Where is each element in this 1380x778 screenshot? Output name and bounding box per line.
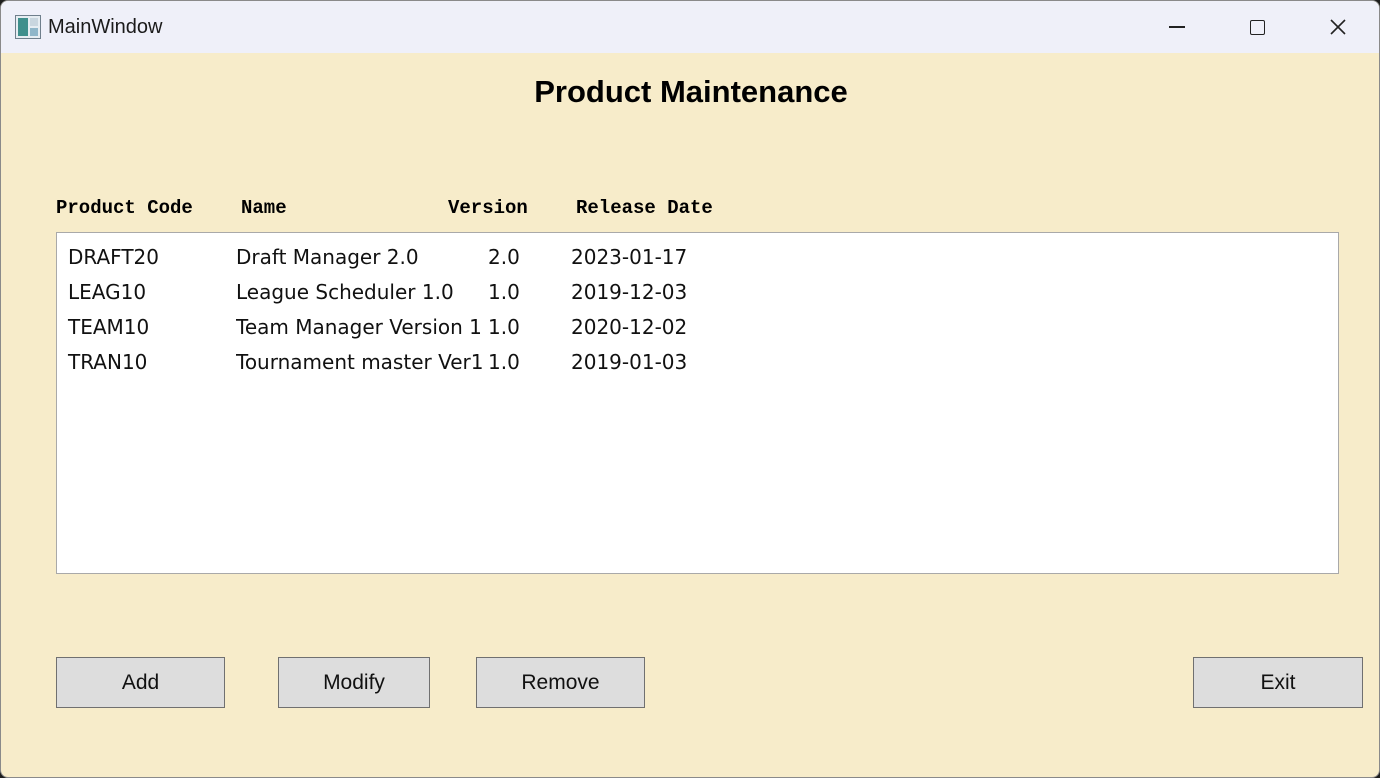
page-title: Product Maintenance	[534, 74, 848, 109]
product-release-date: 2019-12-03	[571, 280, 688, 304]
main-window: MainWindow Product Maintenance Product C…	[0, 0, 1380, 778]
title-bar[interactable]: MainWindow	[1, 1, 1379, 53]
list-item[interactable]: TRAN10 Tournament master Ver1.0 1.0 2019…	[57, 342, 1338, 377]
add-button[interactable]: Add	[56, 657, 225, 708]
close-icon	[1330, 19, 1346, 35]
product-release-date: 2023-01-17	[571, 245, 688, 269]
product-version: 1.0	[488, 280, 520, 304]
app-window-icon	[15, 15, 41, 39]
minimize-button[interactable]	[1137, 1, 1217, 53]
product-name: League Scheduler 1.0	[236, 280, 454, 304]
product-version: 1.0	[488, 315, 520, 339]
window-title: MainWindow	[48, 16, 163, 38]
list-item[interactable]: TEAM10 Team Manager Version 1.0 1.0 2020…	[57, 307, 1338, 342]
product-release-date: 2020-12-02	[571, 315, 688, 339]
column-header-product-code: Product Code	[56, 197, 193, 219]
maximize-icon	[1249, 19, 1265, 35]
modify-button[interactable]: Modify	[278, 657, 430, 708]
product-name: Draft Manager 2.0	[236, 245, 419, 269]
column-header-version: Version	[448, 197, 528, 219]
product-version: 1.0	[488, 350, 520, 374]
product-release-date: 2019-01-03	[571, 350, 688, 374]
product-code: TEAM10	[68, 315, 150, 339]
product-version: 2.0	[488, 245, 520, 269]
list-item[interactable]: LEAG10 League Scheduler 1.0 1.0 2019-12-…	[57, 272, 1338, 307]
minimize-icon	[1169, 26, 1185, 28]
product-name: Tournament master Ver1.0	[236, 350, 484, 374]
column-header-name: Name	[241, 197, 287, 219]
close-button[interactable]	[1298, 1, 1378, 53]
product-code: DRAFT20	[68, 245, 159, 269]
column-header-release-date: Release Date	[576, 197, 713, 219]
product-code: LEAG10	[68, 280, 147, 304]
product-list[interactable]: DRAFT20 Draft Manager 2.0 2.0 2023-01-17…	[56, 232, 1339, 574]
exit-button[interactable]: Exit	[1193, 657, 1363, 708]
remove-button[interactable]: Remove	[476, 657, 645, 708]
product-code: TRAN10	[68, 350, 148, 374]
product-name: Team Manager Version 1.0	[236, 315, 484, 339]
list-item[interactable]: DRAFT20 Draft Manager 2.0 2.0 2023-01-17	[57, 237, 1338, 272]
maximize-button[interactable]	[1217, 1, 1297, 53]
